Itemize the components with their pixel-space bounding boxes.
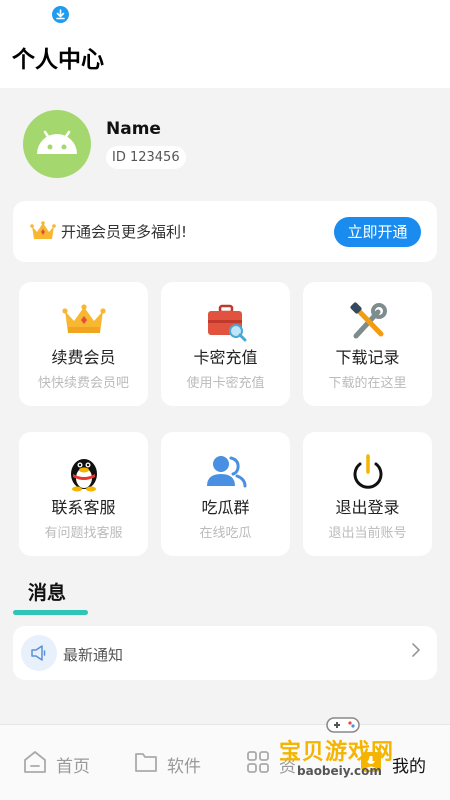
- grid-title: 退出登录: [335, 498, 400, 517]
- tab-label: 首页: [56, 756, 90, 777]
- tab-label: 软件: [167, 756, 201, 777]
- home-icon: [22, 749, 48, 779]
- folder-icon: [133, 749, 159, 779]
- grid-subtitle: 使用卡密充值: [186, 376, 265, 391]
- grid-title: 下载记录: [335, 348, 400, 367]
- tab-resources[interactable]: 资: [245, 749, 296, 779]
- grid-title: 联系客服: [51, 498, 116, 517]
- grid-subtitle: 退出当前账号: [328, 526, 407, 541]
- qq-penguin-icon: [19, 452, 148, 492]
- card-recharge-card[interactable]: 卡密充值 使用卡密充值: [161, 282, 290, 406]
- crown-icon: [30, 220, 56, 246]
- apps-grid-icon: [245, 749, 271, 779]
- notice-label: 最新通知: [63, 646, 124, 664]
- megaphone-icon: [21, 635, 57, 671]
- contact-support-card[interactable]: 联系客服 有问题找客服: [19, 432, 148, 556]
- renew-membership-card[interactable]: 续费会员 快快续费会员吧: [19, 282, 148, 406]
- android-icon: [37, 130, 77, 154]
- tab-label: 我的: [392, 756, 426, 777]
- grid-subtitle: 在线吃瓜: [199, 526, 252, 541]
- messages-underline: [13, 610, 88, 615]
- download-history-card[interactable]: 下载记录 下载的在这里: [303, 282, 432, 406]
- grid-title: 卡密充值: [193, 348, 258, 367]
- vip-promo-text: 开通会员更多福利!: [61, 223, 188, 241]
- username: Name: [106, 119, 161, 139]
- avatar[interactable]: [23, 110, 91, 178]
- download-notification-icon: [52, 6, 69, 23]
- tools-icon: [303, 302, 432, 342]
- user-id-badge: ID 123456: [106, 146, 186, 169]
- tab-label: 资: [279, 756, 296, 777]
- bottom-tab-bar: 首页 软件 资 我的: [0, 724, 450, 800]
- grid-title: 吃瓜群: [201, 498, 250, 517]
- chat-group-card[interactable]: 吃瓜群 在线吃瓜: [161, 432, 290, 556]
- messages-heading: 消息: [28, 582, 67, 604]
- profile-icon: [358, 749, 384, 779]
- logout-card[interactable]: 退出登录 退出当前账号: [303, 432, 432, 556]
- latest-notice-row[interactable]: 最新通知: [13, 626, 437, 680]
- crown-icon: [19, 302, 148, 342]
- page-header: 个人中心: [0, 28, 450, 88]
- tab-software[interactable]: 软件: [133, 749, 201, 779]
- page-title: 个人中心: [12, 47, 104, 73]
- power-icon: [303, 452, 432, 492]
- grid-subtitle: 快快续费会员吧: [37, 376, 129, 391]
- status-bar: [0, 0, 450, 28]
- grid-subtitle: 有问题找客服: [44, 526, 123, 541]
- tab-mine[interactable]: 我的: [358, 749, 426, 779]
- vip-promo-card: 开通会员更多福利! 立即开通: [13, 201, 437, 262]
- grid-subtitle: 下载的在这里: [328, 376, 407, 391]
- grid-title: 续费会员: [51, 348, 116, 367]
- profile-section: Name ID 123456: [0, 88, 450, 198]
- activate-vip-button[interactable]: 立即开通: [334, 217, 421, 247]
- briefcase-search-icon: [161, 302, 290, 342]
- group-users-icon: [161, 452, 290, 492]
- chevron-right-icon: [411, 642, 421, 662]
- tab-home[interactable]: 首页: [22, 749, 90, 779]
